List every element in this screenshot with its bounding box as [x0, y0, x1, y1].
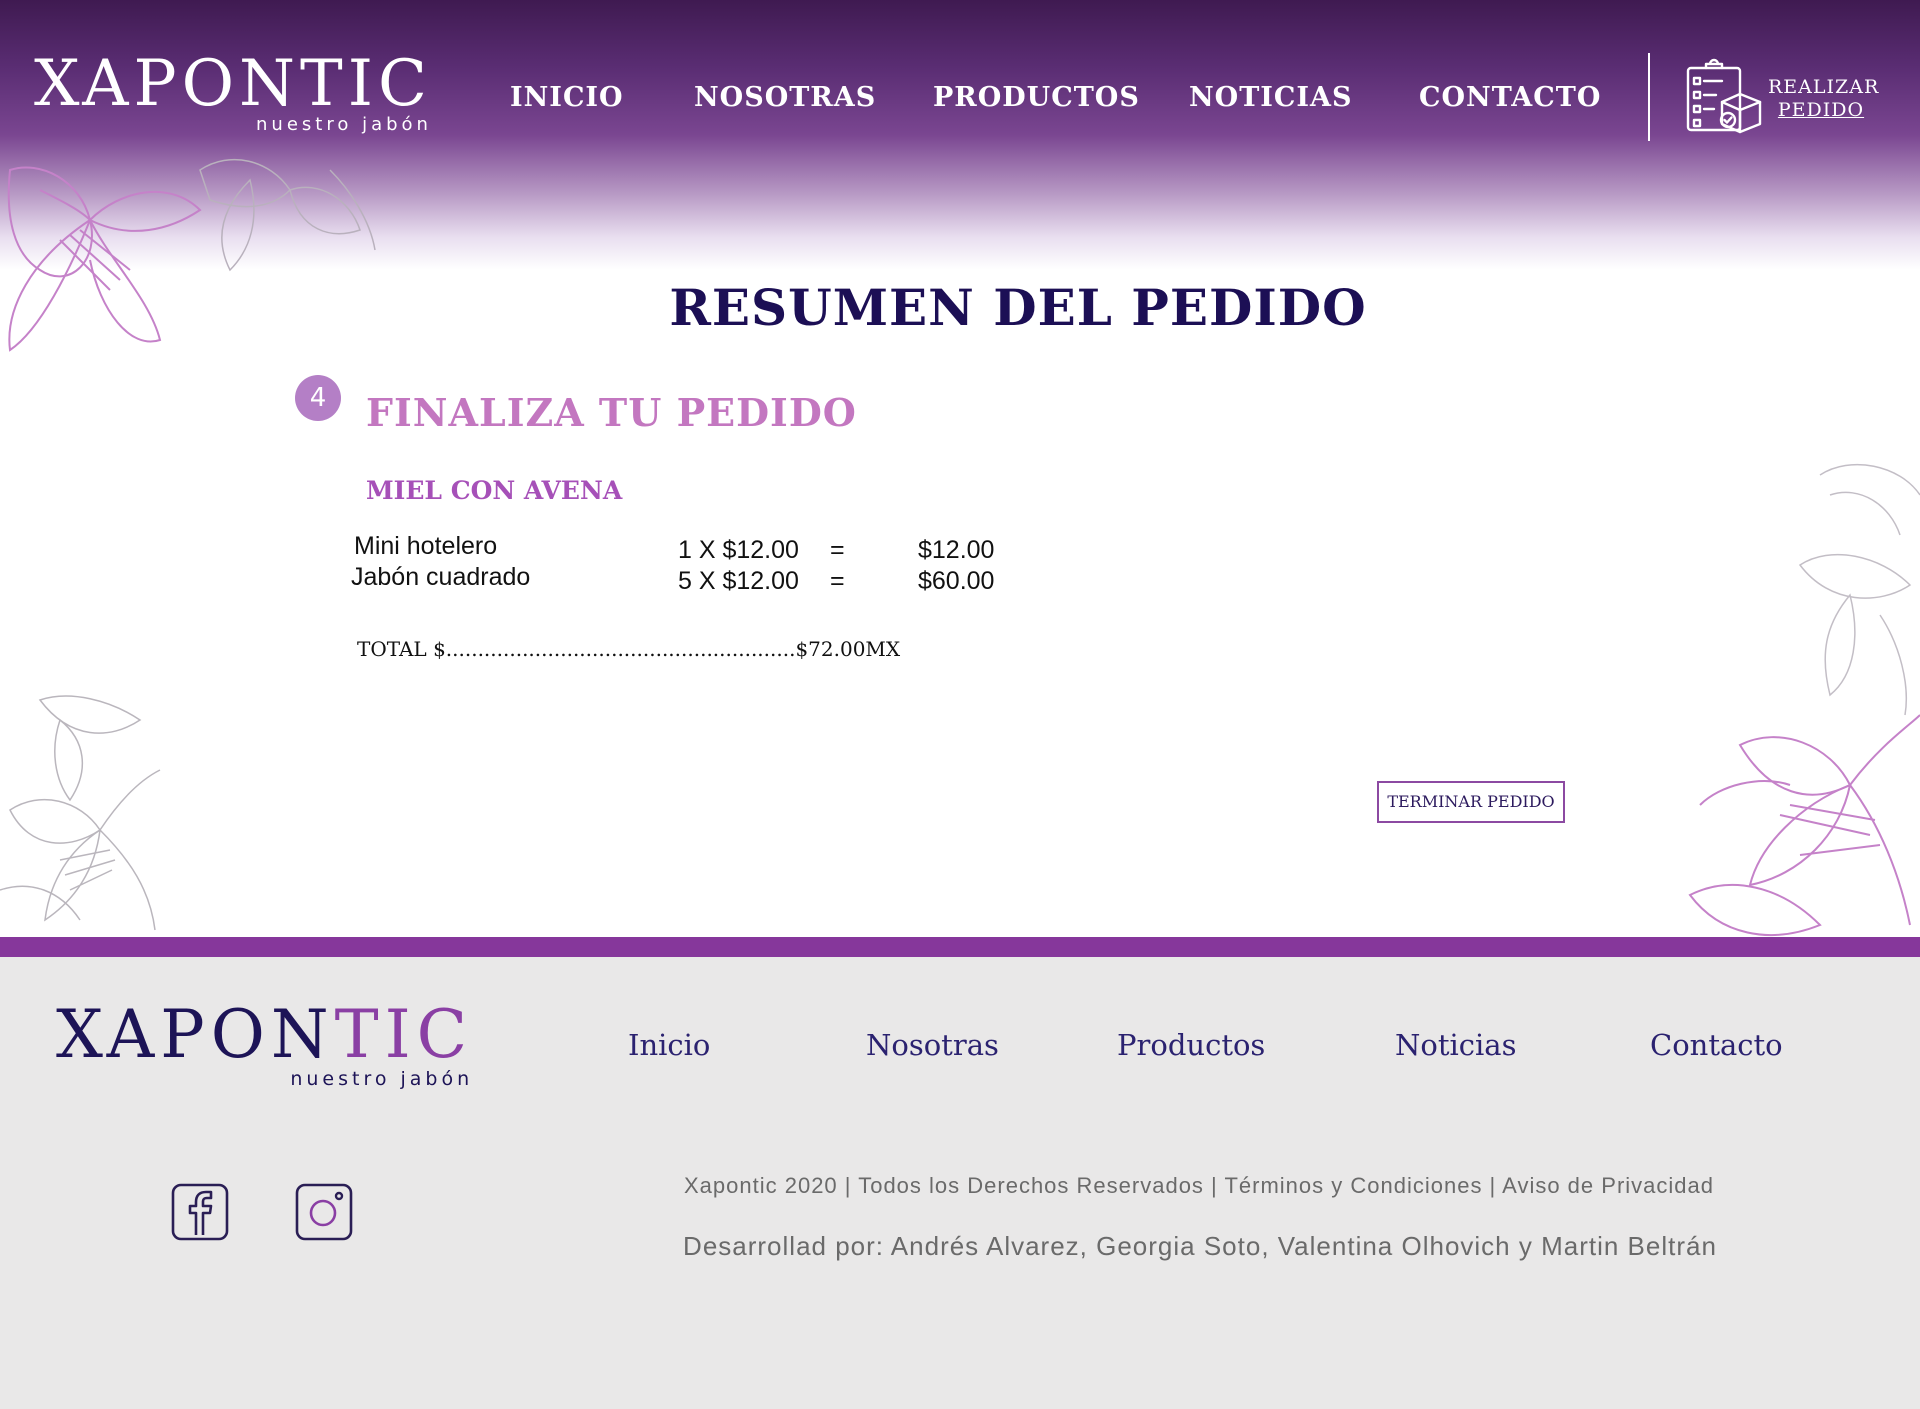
nav-item-contacto[interactable]: CONTACTO: [1419, 82, 1601, 113]
order-line-item: Jabón cuadrado 5 X $12.00 = $60.00: [0, 563, 1100, 595]
main-nav: INICIO NOSOTRAS PRODUCTOS NOTICIAS CONTA…: [0, 82, 1620, 122]
footer-nav-contacto[interactable]: Contacto: [1650, 1028, 1783, 1062]
copyright-text: Xapontic 2020 | Todos los Derechos Reser…: [684, 1173, 1714, 1198]
step-title: FINALIZA TU PEDIDO: [366, 390, 857, 435]
footer-accent-bar: [0, 937, 1920, 957]
item-equals: =: [830, 536, 845, 564]
item-subtotal: $12.00: [918, 536, 995, 564]
place-order-button[interactable]: REALIZAR PEDIDO: [1684, 58, 1880, 140]
footer-nav-productos[interactable]: Productos: [1117, 1028, 1265, 1062]
nav-item-inicio[interactable]: INICIO: [510, 82, 624, 113]
item-name: Mini hotelero: [354, 532, 498, 560]
order-clipboard-icon: [1686, 58, 1762, 134]
flower-decoration-bottom-left-icon: [0, 695, 161, 931]
finish-order-button[interactable]: TERMINAR PEDIDO: [1377, 781, 1565, 823]
place-order-label-line2: PEDIDO: [1777, 99, 1865, 121]
nav-divider: [1648, 53, 1650, 141]
item-qty-price: 5 X $12.00: [678, 567, 799, 595]
item-equals: =: [830, 567, 845, 595]
footer-nav-nosotras[interactable]: Nosotras: [866, 1028, 999, 1062]
nav-item-nosotras[interactable]: NOSOTRAS: [694, 82, 876, 113]
credits-text: Desarrollad por: Andrés Alvarez, Georgia…: [683, 1231, 1717, 1261]
footer-logo-wordmark-b: TIC: [334, 996, 474, 1073]
footer-nav-noticias[interactable]: Noticias: [1395, 1028, 1516, 1062]
nav-item-noticias[interactable]: NOTICIAS: [1189, 82, 1353, 113]
order-total: TOTAL $.................................…: [357, 637, 901, 661]
order-line-item: Mini hotelero 1 X $12.00 = $12.00: [0, 532, 1100, 564]
step-number-badge: 4: [295, 375, 341, 421]
nav-item-productos[interactable]: PRODUCTOS: [933, 82, 1140, 113]
page-title: RESUMEN DEL PEDIDO: [669, 278, 1367, 337]
place-order-label-line1: REALIZAR: [1768, 76, 1880, 98]
item-subtotal: $60.00: [918, 567, 995, 595]
site-footer: XAPONTIC nuestro jabón Inicio Nosotras P…: [0, 957, 1920, 1409]
product-name: MIEL CON AVENA: [366, 476, 623, 505]
item-qty-price: 1 X $12.00: [678, 536, 799, 564]
flower-decoration-right-icon: [1688, 463, 1920, 936]
item-name: Jabón cuadrado: [351, 563, 531, 591]
footer-logo[interactable]: XAPONTIC nuestro jabón: [56, 1002, 473, 1091]
footer-logo-wordmark-a: XAPON: [56, 996, 335, 1073]
site-header: XAPONTIC nuestro jabón INICIO NOSOTRAS P…: [0, 0, 1920, 270]
footer-nav-inicio[interactable]: Inicio: [628, 1028, 710, 1062]
